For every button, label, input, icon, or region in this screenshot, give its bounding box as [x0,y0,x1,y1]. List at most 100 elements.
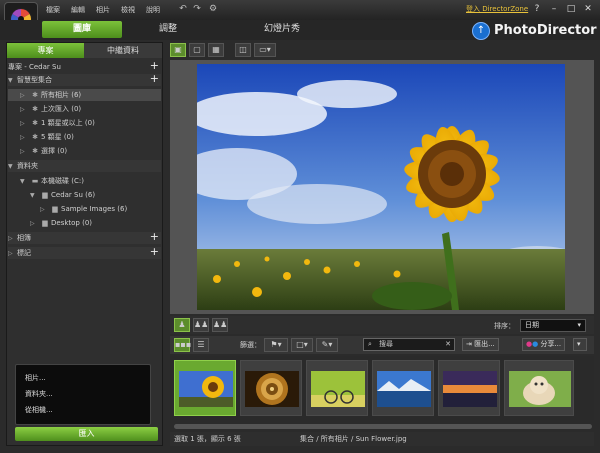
menu-edit[interactable]: 編輯 [71,5,85,15]
export-button[interactable]: ⇥ 匯出... [462,338,499,351]
thumbnail-bike[interactable] [306,360,368,416]
brand-arrow-icon: ↑ [472,22,490,40]
collection-one-star[interactable]: ▷ ✱ 1 顆星或以上 (0) [8,117,161,129]
share-icon-2: ● [532,340,539,348]
brand-title: PhotoDirector [494,23,597,38]
color-filter-icon[interactable]: □▾ [291,338,313,352]
search-placeholder: 搜尋 [379,340,393,348]
tab-slideshow[interactable]: 幻燈片秀 [254,21,310,38]
gear-icon[interactable]: ⚙ [208,4,218,14]
search-icon: ⌕ [368,340,372,348]
collection-all-photos[interactable]: ▷ ✱ 所有相片 (6) [8,89,161,101]
collection-icon: ✱ [32,133,38,141]
tags-label: 標記 [17,249,31,257]
folder-label: 本機磁碟 (C:) [41,177,84,185]
menu-photo[interactable]: 相片 [96,5,110,15]
caret-right-icon: ▷ [30,220,35,227]
tags-header[interactable]: ▷ 標記 + [8,246,161,259]
status-path: 集合 / 所有相片 / Sun Flower.jpg [300,435,407,443]
albums-label: 相簿 [17,234,31,242]
single-view-icon[interactable]: ▢ [189,43,205,57]
thumbnail-spiral[interactable] [240,360,302,416]
collection-five-star[interactable]: ▷ ✱ 5 顆星 (0) [8,131,161,143]
display-menu-icon[interactable]: ▭▾ [254,43,276,57]
folder-cedar-su[interactable]: ▼ ▆ Cedar Su (6) [8,189,161,201]
add-album-icon[interactable]: + [150,231,159,243]
folder-icon: ▆ [42,191,48,199]
menu-view[interactable]: 檢視 [121,5,135,15]
undo-icon[interactable]: ↶ [178,4,188,14]
search-input[interactable]: ⌕ 搜尋 ✕ [363,338,455,351]
flag-filter-icon[interactable]: ⚑▾ [264,338,288,352]
grid-view-icon[interactable]: ▦ [208,43,224,57]
drive-icon: ▬ [31,177,39,185]
add-collection-icon[interactable]: + [150,73,159,85]
collection-picked[interactable]: ▷ ✱ 選擇 (0) [8,145,161,157]
smart-collections-header[interactable]: ▼ 智慧型集合 + [8,73,161,86]
share-label: 分享... [540,340,562,348]
filter-label: 篩選： [240,341,261,349]
status-bar: 選取 1 張，顯示 6 張 集合 / 所有相片 / Sun Flower.jpg [170,432,594,446]
group-icon[interactable]: ♟♟ [212,318,228,332]
folder-icon: ▆ [52,205,58,213]
share-button[interactable]: ●● 分享... [522,338,566,351]
close-button[interactable]: ✕ [582,3,594,15]
view-toolbar: ▣ ▢ ▦ ◫ ▭▾ [170,42,594,58]
thumbnail-cat[interactable] [504,360,574,416]
import-camera-item[interactable]: 從相機... [16,402,150,418]
caret-right-icon: ▷ [8,235,13,242]
collection-last-import[interactable]: ▷ ✱ 上次匯入 (0) [8,103,161,115]
left-panel-tabs: 專案 中繼資料 [7,43,162,58]
add-project-icon[interactable]: + [150,60,159,72]
caret-right-icon: ▷ [20,106,25,113]
export-label: 匯出... [474,340,495,348]
export-icon: ⇥ [466,340,472,348]
redo-icon[interactable]: ↷ [192,4,202,14]
import-folder-item[interactable]: 資料夾... [16,386,150,402]
folder-local-disk[interactable]: ▼ ▬ 本機磁碟 (C:) [8,175,161,187]
edit-filter-icon[interactable]: ✎▾ [316,338,338,352]
menu-help[interactable]: 說明 [146,5,160,15]
help-button[interactable]: ? [531,3,543,15]
status-selection: 選取 1 張，顯示 6 張 [174,435,241,443]
collection-label: 1 顆星或以上 (0) [41,119,95,127]
thumbnail-view-icon[interactable]: ▪▪▪ [174,338,191,352]
thumbnail-sunflower[interactable] [174,360,236,416]
tab-project[interactable]: 專案 [7,43,84,58]
caret-down-icon: ▼ [20,178,25,185]
thumbnail-lake[interactable] [372,360,434,416]
sort-value: 日期 [525,321,539,329]
directorzone-link[interactable]: 登入 DirectorZone [466,4,528,14]
collection-label: 5 顆星 (0) [41,133,74,141]
folder-sample-images[interactable]: ▷ ▆ Sample Images (6) [8,203,161,215]
collection-icon: ✱ [32,119,38,127]
albums-header[interactable]: ▷ 相簿 + [8,231,161,244]
caret-right-icon: ▷ [20,120,25,127]
person-icon[interactable]: ♟ [174,318,190,332]
tab-metadata[interactable]: 中繼資料 [84,43,162,58]
minimize-button[interactable]: – [548,3,560,15]
import-photos-item[interactable]: 相片... [16,370,150,386]
compare-view-icon[interactable]: ◫ [235,43,251,57]
import-button[interactable]: 匯入 [15,427,158,441]
folders-header[interactable]: ▼ 資料夾 [8,160,161,172]
sort-select[interactable]: 日期 ▾ [520,319,586,332]
maximize-button[interactable]: □ [565,3,577,15]
menu-file[interactable]: 檔案 [46,5,60,15]
add-tag-icon[interactable]: + [150,246,159,258]
folder-label: Cedar Su (6) [51,191,96,199]
list-view-icon[interactable]: ☰ [193,338,209,352]
clear-icon[interactable]: ✕ [445,339,451,350]
share-menu-button[interactable]: ▾ [573,338,587,351]
thumbnail-sunset[interactable] [438,360,500,416]
tab-library[interactable]: 圖庫 [42,21,122,38]
thumbnail-scrollbar[interactable] [174,424,592,429]
menu-bar: 檔案 編輯 相片 檢視 說明 [46,4,171,16]
folder-icon: ▆ [42,219,48,227]
people-icon[interactable]: ♟♟ [193,318,209,332]
folder-desktop[interactable]: ▷ ▆ Desktop (0) [8,217,161,229]
import-menu: 相片... 資料夾... 從相機... [15,364,151,425]
collection-label: 所有相片 (6) [41,91,82,99]
tab-adjust[interactable]: 調整 [147,21,189,38]
loupe-view-icon[interactable]: ▣ [170,43,186,57]
